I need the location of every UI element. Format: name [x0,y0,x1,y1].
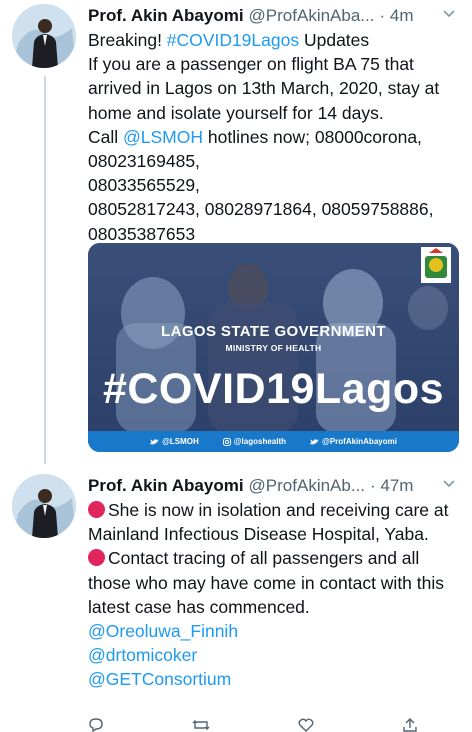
hashtag-link[interactable]: #COVID19Lagos [167,30,299,50]
timestamp[interactable]: · 47m [370,475,413,497]
footer-item: @lagoshealth [222,437,287,446]
media-subtitle: MINISTRY OF HEALTH [225,343,322,353]
chevron-down-icon[interactable] [442,7,456,21]
profile-photo-icon [12,4,76,68]
share-icon[interactable] [402,718,418,732]
timestamp[interactable]: · 4m [379,5,413,27]
footer-handle: @ProfAkinAbayomi [322,437,397,446]
thread-connector-line [44,76,46,464]
phone-number: 08033565529, [88,175,200,196]
tweet-text: She is now in isolation and receiving ca… [88,498,462,692]
tweet-header: Prof. Akin Abayomi @ProfAkinAba... · 4m [88,5,462,27]
author-handle[interactable]: @ProfAkinAba... [249,5,375,27]
text-fragment: Breaking! [88,30,167,50]
mention-link[interactable]: @Oreoluwa_Finnih [88,621,238,641]
text-fragment: Updates [299,30,370,50]
tweet-media-image[interactable]: LAGOS STATE GOVERNMENT MINISTRY OF HEALT… [88,243,459,452]
media-hashtag: #COVID19Lagos [102,365,445,413]
instagram-icon [222,437,231,446]
tweet-paragraph: She is now in isolation and receiving ca… [88,500,449,545]
footer-item: @ProfAkinAbayomi [310,437,397,446]
media-footer: @LSMOH @lagoshealth @ProfAkinAbayomi [88,431,459,452]
footer-item: @LSMOH [150,437,199,446]
mention-link[interactable]: @LSMOH [123,127,203,147]
avatar[interactable] [12,4,76,68]
media-title: LAGOS STATE GOVERNMENT [161,323,386,340]
mention-link[interactable]: @drtomicoker [88,645,197,665]
retweet-icon[interactable] [192,718,210,732]
profile-photo-icon [12,474,76,538]
tweet-header: Prof. Akin Abayomi @ProfAkinAb... · 47m [88,475,462,497]
text-fragment: Call [88,126,124,147]
lagos-crest-icon [421,247,451,283]
tweet-text: Breaking! #COVID19Lagos Updates If you a… [88,28,462,246]
twitter-bird-icon [150,438,160,444]
author-name[interactable]: Prof. Akin Abayomi [88,475,244,497]
author-name[interactable]: Prof. Akin Abayomi [88,5,244,27]
red-circle-icon [88,501,105,518]
chevron-down-icon[interactable] [442,477,456,491]
tweet-paragraph: Contact tracing of all passengers and al… [88,548,445,617]
footer-handle: @LSMOH [162,437,199,446]
mention-link[interactable]: @GETConsortium [88,669,231,689]
reply-icon[interactable] [88,718,104,732]
tweet-action-bar [88,718,418,732]
phone-number: 08023169485, [88,151,200,172]
author-handle[interactable]: @ProfAkinAb... [249,475,365,497]
footer-handle: @lagoshealth [233,437,287,446]
text-fragment: hotlines now; 08000corona, [203,126,422,147]
avatar[interactable] [12,474,76,538]
red-circle-icon [88,549,105,567]
phone-number: 08052817243, 08028971864, 08059758886, [88,199,434,220]
tweet-paragraph: If you are a passenger on flight BA 75 t… [88,54,440,123]
like-icon[interactable] [298,718,314,732]
twitter-bird-icon [310,438,320,444]
